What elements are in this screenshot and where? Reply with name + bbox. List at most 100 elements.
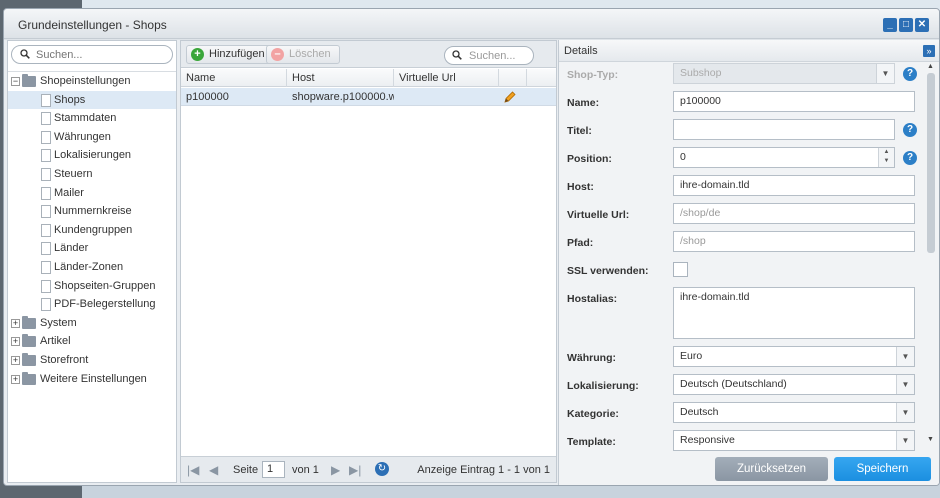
template-value: Responsive bbox=[680, 434, 735, 446]
window-body: − Shopeinstellungen Shops Stammdaten Währung… bbox=[4, 40, 939, 485]
shop-type-select[interactable]: Subshop ▼ bbox=[673, 63, 895, 84]
currency-label: Währung: bbox=[567, 352, 616, 364]
tree-item[interactable]: Steuern bbox=[8, 165, 176, 184]
grid-search-placeholder: Suchen... bbox=[469, 50, 516, 62]
tree-folder[interactable]: − Shopeinstellungen bbox=[8, 72, 176, 91]
tree-item[interactable]: Shopseiten-Gruppen bbox=[8, 277, 176, 296]
close-icon[interactable]: ✕ bbox=[915, 18, 929, 32]
tree-label: Währungen bbox=[54, 130, 111, 143]
help-icon[interactable]: ? bbox=[903, 151, 917, 165]
tree-search-field[interactable] bbox=[11, 45, 173, 64]
tree-label: System bbox=[40, 316, 77, 329]
add-button-label: Hinzufügen bbox=[209, 48, 265, 60]
position-stepper[interactable]: 0 ▲ ▼ bbox=[673, 147, 895, 168]
window-controls: _ □ ✕ bbox=[883, 18, 929, 32]
position-label: Position: bbox=[567, 153, 612, 165]
template-select[interactable]: Responsive ▼ bbox=[673, 430, 915, 451]
scrollbar-thumb[interactable] bbox=[927, 73, 935, 253]
save-button[interactable]: Speichern bbox=[834, 457, 931, 481]
collapse-icon[interactable]: » bbox=[923, 45, 935, 57]
name-field[interactable]: p100000 bbox=[673, 91, 915, 112]
navigation-tree-panel: − Shopeinstellungen Shops Stammdaten Währung… bbox=[7, 40, 177, 483]
table-row[interactable]: p100000 shopware.p100000.w... bbox=[181, 88, 556, 106]
ssl-checkbox[interactable] bbox=[673, 262, 688, 277]
chevron-down-icon: ▼ bbox=[896, 403, 914, 422]
tree-search-input[interactable] bbox=[36, 48, 166, 62]
settings-window: Grundeinstellungen - Shops _ □ ✕ − Shopei… bbox=[3, 8, 940, 486]
locale-label: Lokalisierung: bbox=[567, 380, 639, 392]
tree-item[interactable]: Nummernkreise bbox=[8, 202, 176, 221]
category-select[interactable]: Deutsch ▼ bbox=[673, 402, 915, 423]
grid-header: Name Host Virtuelle Url bbox=[181, 69, 556, 87]
column-header-name[interactable]: Name bbox=[181, 69, 287, 87]
tree-folder[interactable]: + Weitere Einstellungen bbox=[8, 370, 176, 389]
document-icon bbox=[41, 279, 51, 293]
hostalias-textarea[interactable]: ihre-domain.tld bbox=[673, 287, 915, 339]
tree-item[interactable]: Länder bbox=[8, 239, 176, 258]
category-value: Deutsch bbox=[680, 406, 719, 418]
expand-toggle-icon[interactable]: + bbox=[11, 318, 20, 328]
tree-item[interactable]: Shops bbox=[8, 90, 176, 110]
tree-item[interactable]: PDF-Belegerstellung bbox=[8, 295, 176, 314]
expand-toggle-icon[interactable]: + bbox=[11, 374, 20, 384]
column-header-virtual-url[interactable]: Virtuelle Url bbox=[394, 69, 499, 87]
currency-select[interactable]: Euro ▼ bbox=[673, 346, 915, 367]
tree-item[interactable]: Stammdaten bbox=[8, 109, 176, 128]
position-value: 0 bbox=[680, 151, 686, 163]
search-icon bbox=[20, 49, 30, 59]
grid-search-field[interactable]: Suchen... bbox=[444, 46, 534, 65]
search-icon bbox=[452, 50, 462, 60]
form-buttons: Zurücksetzen Speichern bbox=[4, 453, 939, 485]
tree-item[interactable]: Kundengruppen bbox=[8, 221, 176, 240]
scroll-up-icon[interactable]: ▲ bbox=[927, 63, 934, 70]
host-field[interactable]: ihre-domain.tld bbox=[673, 175, 915, 196]
tree-label: Länder bbox=[54, 242, 89, 255]
tree-label: Mailer bbox=[54, 186, 84, 199]
tree-item[interactable]: Währungen bbox=[8, 128, 176, 147]
tree-label: Stammdaten bbox=[54, 112, 117, 125]
tree-label: Shopeinstellungen bbox=[40, 75, 131, 87]
document-icon bbox=[41, 223, 51, 237]
title-field[interactable] bbox=[673, 119, 895, 140]
column-header-actions bbox=[499, 69, 527, 87]
details-title: Details bbox=[564, 45, 598, 57]
tree-item[interactable]: Lokalisierungen bbox=[8, 146, 176, 165]
title-label: Titel: bbox=[567, 125, 592, 137]
edit-pencil-icon[interactable] bbox=[503, 90, 517, 104]
reset-button[interactable]: Zurücksetzen bbox=[715, 457, 828, 481]
minus-icon: – bbox=[271, 48, 284, 61]
tree-folder[interactable]: + Artikel bbox=[8, 332, 176, 351]
tree-folder[interactable]: + Storefront bbox=[8, 351, 176, 370]
window-titlebar[interactable]: Grundeinstellungen - Shops _ □ ✕ bbox=[4, 9, 939, 39]
locale-value: Deutsch (Deutschland) bbox=[680, 378, 787, 390]
chevron-down-icon: ▼ bbox=[896, 347, 914, 366]
path-field[interactable]: /shop bbox=[673, 231, 915, 252]
details-scrollbar[interactable]: ▲ ▼ bbox=[925, 63, 937, 485]
virtual-url-field[interactable]: /shop/de bbox=[673, 203, 915, 224]
document-icon bbox=[41, 298, 51, 312]
currency-value: Euro bbox=[680, 350, 703, 362]
expand-toggle-icon[interactable]: + bbox=[11, 337, 20, 347]
expand-toggle-icon[interactable]: + bbox=[11, 355, 20, 365]
tree-item[interactable]: Mailer bbox=[8, 184, 176, 203]
tree-label: Kundengruppen bbox=[54, 223, 133, 236]
spinner-icon[interactable]: ▲ ▼ bbox=[878, 148, 894, 167]
details-form: Shop-Typ: Subshop ▼ ? Name: p100000 Titel… bbox=[559, 63, 927, 485]
ssl-label: SSL verwenden: bbox=[567, 265, 649, 277]
delete-button[interactable]: – Löschen bbox=[266, 45, 340, 64]
minimize-icon[interactable]: _ bbox=[883, 18, 897, 32]
document-icon bbox=[41, 130, 51, 144]
scroll-down-icon[interactable]: ▼ bbox=[927, 436, 934, 443]
maximize-icon[interactable]: □ bbox=[899, 18, 913, 32]
locale-select[interactable]: Deutsch (Deutschland) ▼ bbox=[673, 374, 915, 395]
tree-item[interactable]: Länder-Zonen bbox=[8, 258, 176, 277]
grid-toolbar: + Hinzufügen – Löschen Suchen... bbox=[181, 41, 556, 68]
help-icon[interactable]: ? bbox=[903, 123, 917, 137]
details-panel: Details » Shop-Typ: Subshop ▼ ? Name: p10… bbox=[558, 40, 939, 485]
help-icon[interactable]: ? bbox=[903, 67, 917, 81]
tree-folder[interactable]: + System bbox=[8, 314, 176, 333]
collapse-toggle-icon[interactable]: − bbox=[11, 77, 20, 86]
column-header-host[interactable]: Host bbox=[287, 69, 394, 87]
add-button[interactable]: + Hinzufügen bbox=[186, 45, 274, 64]
tree-label: Weitere Einstellungen bbox=[40, 372, 147, 385]
